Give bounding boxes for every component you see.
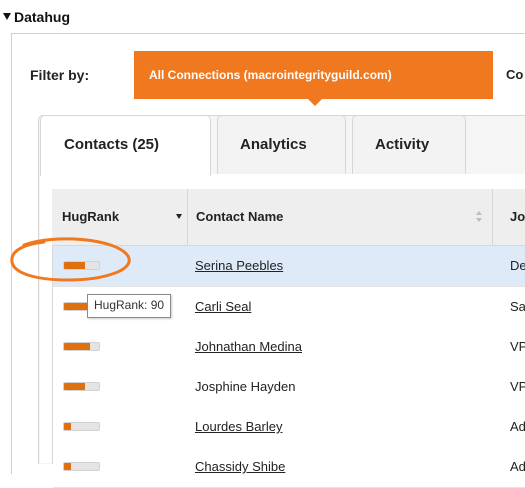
hugrank-bar[interactable] (63, 422, 100, 431)
hugrank-bar[interactable] (63, 382, 100, 391)
filter-active-label: All Connections (macrointegrityguild.com… (149, 68, 392, 82)
contact-name-link[interactable]: Johnathan Medina (195, 339, 302, 354)
job-title-cell: VP M (510, 379, 525, 394)
contact-name-link[interactable]: Chassidy Shibe (195, 459, 285, 474)
tab-activity-label: Activity (375, 136, 430, 153)
filter-all-connections-button[interactable]: All Connections (macrointegrityguild.com… (134, 51, 493, 106)
job-title-cell: VP o (510, 339, 525, 354)
table-row[interactable]: Serina Peebles Dev (53, 246, 525, 287)
datahug-panel-header[interactable]: Datahug (0, 0, 525, 34)
hugrank-bar[interactable] (63, 462, 100, 471)
collapse-triangle-icon[interactable] (3, 13, 11, 20)
table-row[interactable]: Chassidy Shibe Adm (53, 447, 525, 488)
job-title-cell: Dev (510, 258, 525, 273)
hugrank-bar[interactable] (63, 261, 100, 270)
job-title-cell: Adm (510, 459, 525, 474)
filter-label: Filter by: (30, 67, 90, 83)
filter-next-option[interactable]: Co (506, 67, 523, 82)
hugrank-bar-fill (64, 383, 85, 390)
table-row[interactable]: Johnathan Medina VP o (53, 327, 525, 368)
table-row[interactable]: Josphine Hayden VP M (53, 367, 525, 408)
job-title-cell: Sale (510, 299, 525, 314)
contact-name-link: Josphine Hayden (195, 379, 296, 394)
hugrank-bar-fill (64, 463, 71, 470)
column-header-job[interactable]: Job (510, 209, 525, 224)
panel-title: Datahug (14, 9, 70, 25)
table-header (52, 189, 525, 246)
tab-activity[interactable]: Activity (352, 115, 466, 175)
contact-name-link[interactable]: Carli Seal (195, 299, 251, 314)
contact-name-link[interactable]: Serina Peebles (195, 258, 283, 273)
sort-descending-icon[interactable] (176, 214, 182, 219)
tab-analytics[interactable]: Analytics (217, 115, 346, 175)
hugrank-bar[interactable] (63, 342, 100, 351)
column-divider (492, 189, 493, 245)
tab-analytics-label: Analytics (240, 136, 307, 153)
column-header-hugrank[interactable]: HugRank (62, 209, 119, 224)
hugrank-bar-fill (64, 262, 85, 269)
tab-contacts[interactable]: Contacts (25) (40, 115, 211, 176)
contact-name-link[interactable]: Lourdes Barley (195, 419, 282, 434)
hugrank-bar-fill (64, 343, 91, 350)
table-row[interactable]: Lourdes Barley Adm (53, 407, 525, 448)
hugrank-bar-fill (64, 423, 71, 430)
column-divider (187, 189, 188, 245)
hugrank-tooltip: HugRank: 90 (87, 294, 172, 318)
tab-contacts-label: Contacts (25) (64, 136, 160, 153)
column-header-contact-name[interactable]: Contact Name (196, 209, 283, 224)
job-title-cell: Adm (510, 419, 525, 434)
filter-pointer-arrow (308, 99, 322, 106)
sort-toggle-icon[interactable] (476, 211, 484, 223)
